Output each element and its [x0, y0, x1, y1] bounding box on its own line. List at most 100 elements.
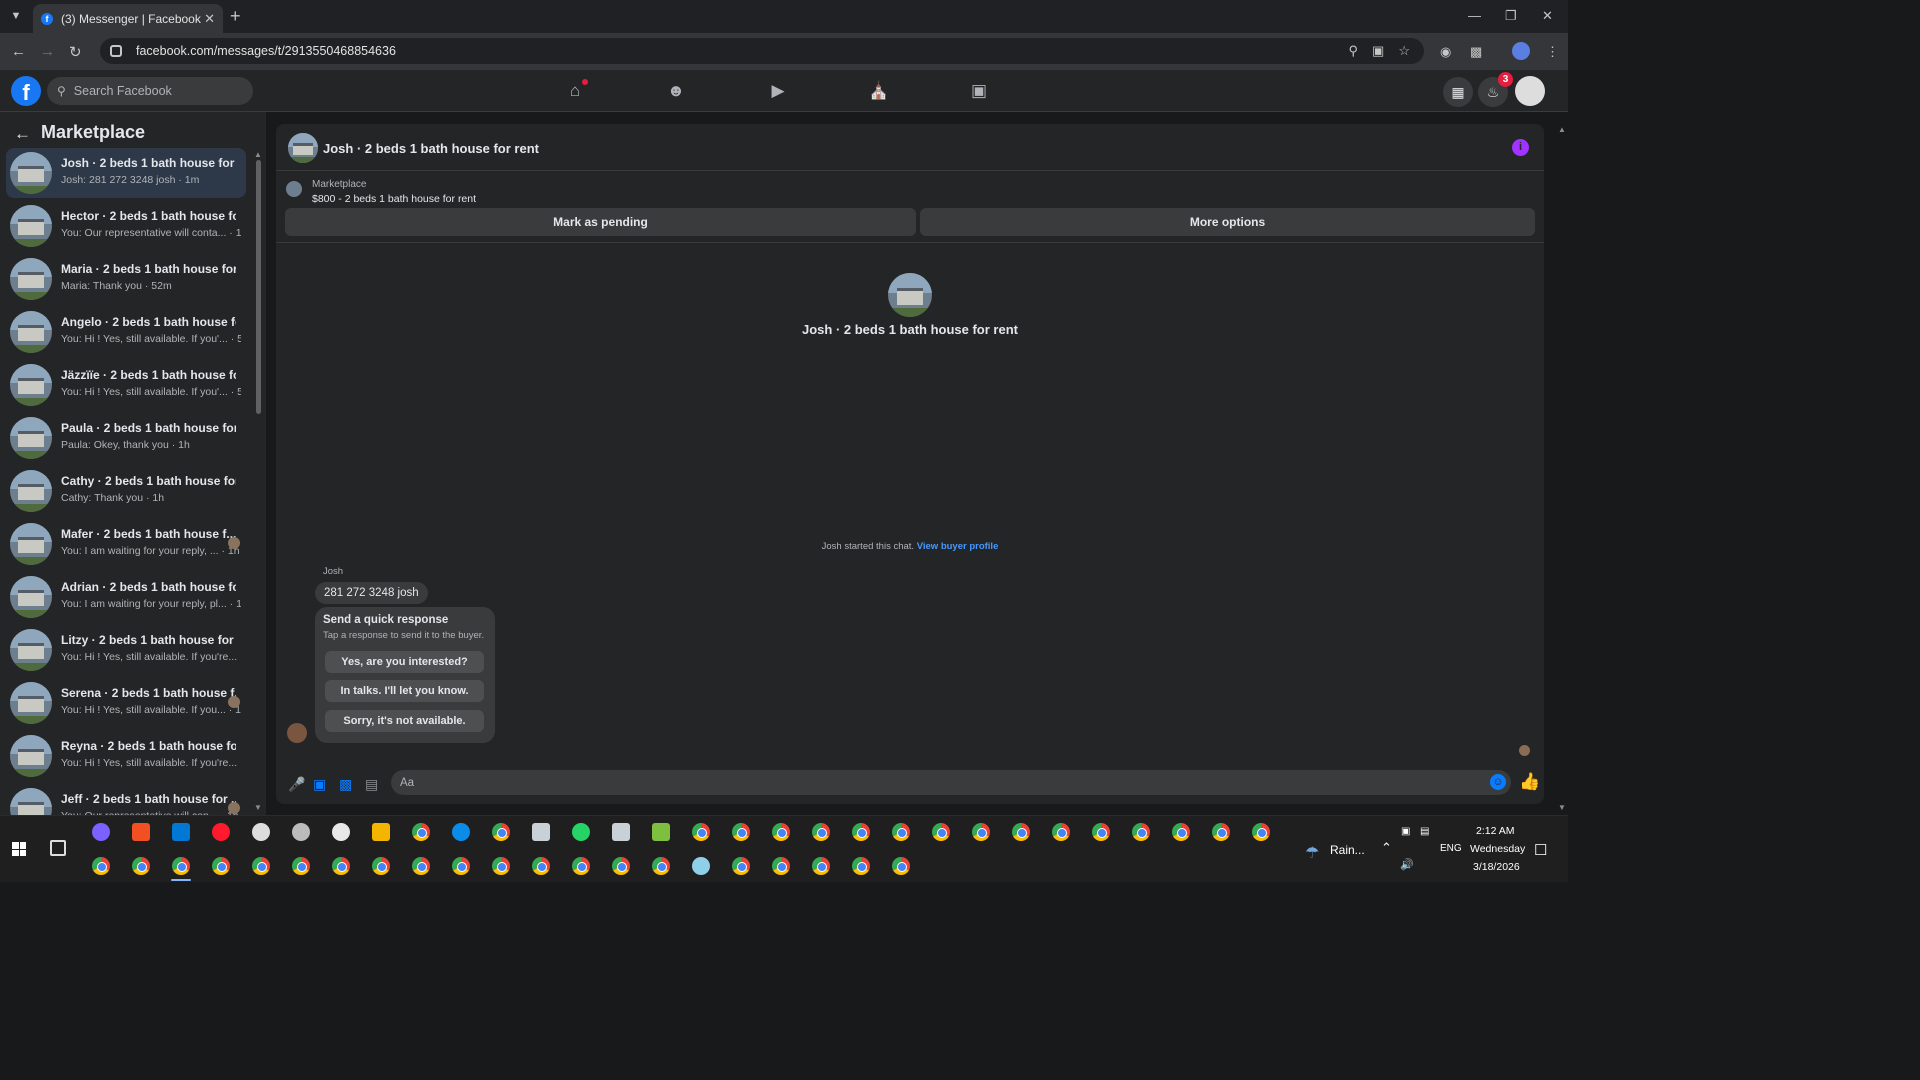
- sidebar-scrollbar[interactable]: [256, 160, 261, 414]
- account-avatar[interactable]: [1515, 76, 1545, 106]
- close-window-icon[interactable]: ✕: [1542, 8, 1553, 24]
- message-composer[interactable]: [391, 770, 1511, 795]
- chrome-window-icon[interactable]: [1012, 823, 1030, 841]
- home-icon[interactable]: ⌂: [564, 79, 588, 102]
- video-icon[interactable]: ▶: [767, 80, 789, 102]
- chrome-window-icon[interactable]: [972, 823, 990, 841]
- chrome-icon[interactable]: [412, 823, 430, 841]
- copilot-icon[interactable]: [92, 823, 110, 841]
- chrome-window-icon[interactable]: [332, 857, 350, 875]
- conversation-item[interactable]: Paula · 2 beds 1 bath house for r... Paul…: [6, 413, 246, 463]
- windows-start-icon[interactable]: [12, 842, 26, 856]
- chrome-window-icon[interactable]: [492, 857, 510, 875]
- conversation-item[interactable]: Josh · 2 beds 1 bath house for re... Josh…: [6, 148, 246, 198]
- chrome-profile-icon[interactable]: [492, 823, 510, 841]
- settings-gear-icon[interactable]: [292, 823, 310, 841]
- chrome-window-icon[interactable]: [532, 857, 550, 875]
- restore-icon[interactable]: ❐: [1505, 8, 1517, 24]
- chrome-window-icon[interactable]: [732, 857, 750, 875]
- friends-icon[interactable]: ☻: [665, 80, 687, 102]
- listing-summary[interactable]: $800 - 2 beds 1 bath house for rent: [312, 193, 476, 205]
- task-view-icon[interactable]: [50, 840, 66, 856]
- message-bubble[interactable]: 281 272 3248 josh: [315, 582, 428, 604]
- chrome-window-icon[interactable]: [212, 857, 230, 875]
- contacts-icon[interactable]: [612, 823, 630, 841]
- quick-response-in-talks-button[interactable]: In talks. I'll let you know.: [325, 680, 484, 702]
- store-icon[interactable]: [132, 823, 150, 841]
- chrome-window-icon[interactable]: [572, 857, 590, 875]
- back-arrow-icon[interactable]: ←: [14, 124, 31, 144]
- conversation-item[interactable]: Mafer · 2 beds 1 bath house f... You: I a…: [6, 519, 246, 569]
- sticker-icon[interactable]: ▩: [339, 776, 352, 793]
- chrome-window-icon[interactable]: [812, 857, 830, 875]
- facebook-search-input[interactable]: [73, 84, 234, 98]
- browser-menu-icon[interactable]: ⋮: [1546, 44, 1559, 60]
- notification-center-icon[interactable]: ☐: [1534, 841, 1547, 859]
- chrome-window-icon[interactable]: [132, 857, 150, 875]
- emoji-icon[interactable]: ☺: [1490, 774, 1506, 790]
- chrome-window-icon[interactable]: [812, 823, 830, 841]
- clock-day[interactable]: Wednesday: [1470, 843, 1525, 855]
- chrome-window-icon[interactable]: [732, 823, 750, 841]
- clock-time[interactable]: 2:12 AM: [1476, 825, 1515, 837]
- microphone-icon[interactable]: 🎤: [288, 776, 305, 793]
- thumbs-up-icon[interactable]: 👍: [1519, 772, 1540, 792]
- more-options-button[interactable]: More options: [920, 208, 1535, 236]
- sender-avatar[interactable]: [287, 723, 307, 743]
- extensions-puzzle-icon[interactable]: ▩: [1470, 44, 1482, 60]
- conversation-item[interactable]: Reyna · 2 beds 1 bath house for ... You: …: [6, 731, 246, 781]
- browser-profile-avatar[interactable]: [1512, 42, 1530, 60]
- chrome-window-icon[interactable]: [1212, 823, 1230, 841]
- minimize-icon[interactable]: —: [1468, 8, 1481, 23]
- weather-umbrella-icon[interactable]: ☂: [1305, 843, 1319, 863]
- conversation-item[interactable]: Jäzzïïe · 2 beds 1 bath house for ... You…: [6, 360, 246, 410]
- chrome-window-icon[interactable]: [852, 857, 870, 875]
- chrome-window-icon[interactable]: [172, 857, 190, 875]
- install-app-icon[interactable]: ▣: [1372, 43, 1384, 59]
- scroll-up-arrow-icon[interactable]: ▲: [254, 150, 262, 159]
- tab-search-chevron-icon[interactable]: ▼: [6, 6, 26, 26]
- chrome-window-icon[interactable]: [252, 857, 270, 875]
- chat-scroll-down-icon[interactable]: ▼: [1558, 803, 1566, 812]
- conversation-item[interactable]: Maria · 2 beds 1 bath house for ... Maria…: [6, 254, 246, 304]
- gaming-icon[interactable]: ▣: [968, 80, 990, 102]
- chrome-window-icon[interactable]: [452, 857, 470, 875]
- chrome-window-icon[interactable]: [412, 857, 430, 875]
- gif-icon[interactable]: ▤: [365, 776, 378, 793]
- conversation-item[interactable]: Angelo · 2 beds 1 bath house fo... You: H…: [6, 307, 246, 357]
- chrome-window-icon[interactable]: [1092, 823, 1110, 841]
- chat-title[interactable]: Josh · 2 beds 1 bath house for rent: [323, 141, 539, 156]
- chrome-window-icon[interactable]: [852, 823, 870, 841]
- chrome-window-icon[interactable]: [292, 857, 310, 875]
- chatgpt-icon[interactable]: [252, 823, 270, 841]
- whatsapp-icon[interactable]: [572, 823, 590, 841]
- conversation-item[interactable]: Serena · 2 beds 1 bath house f... You: Hi…: [6, 678, 246, 728]
- address-bar[interactable]: facebook.com/messages/t/2913550468854636…: [100, 38, 1424, 64]
- chrome-window-icon[interactable]: [932, 823, 950, 841]
- back-arrow-icon[interactable]: ←: [11, 43, 26, 60]
- tray-chevron-up-icon[interactable]: ⌃: [1381, 840, 1392, 856]
- new-tab-plus-icon[interactable]: +: [230, 6, 241, 27]
- mark-as-pending-button[interactable]: Mark as pending: [285, 208, 916, 236]
- chrome-window-icon[interactable]: [892, 823, 910, 841]
- weather-text[interactable]: Rain...: [1330, 843, 1365, 857]
- mail-app-icon[interactable]: [172, 823, 190, 841]
- chrome-window-icon[interactable]: [372, 857, 390, 875]
- chrome-window-icon[interactable]: [692, 823, 710, 841]
- chat-scroll-up-icon[interactable]: ▲: [1558, 125, 1566, 134]
- zoom-icon[interactable]: ⚲: [1349, 43, 1359, 59]
- volume-icon[interactable]: 🔊: [1400, 858, 1414, 871]
- site-info-icon[interactable]: [110, 45, 122, 57]
- quick-response-not-available-button[interactable]: Sorry, it's not available.: [325, 710, 484, 732]
- opera-icon[interactable]: [212, 823, 230, 841]
- chrome-window-icon[interactable]: [772, 857, 790, 875]
- chrome-window-icon[interactable]: [1172, 823, 1190, 841]
- conversation-item[interactable]: Hector · 2 beds 1 bath house for... You: …: [6, 201, 246, 251]
- chrome-window-icon[interactable]: [92, 857, 110, 875]
- file-explorer-icon[interactable]: [372, 823, 390, 841]
- listing-thumbnail[interactable]: [288, 133, 318, 163]
- network-icon[interactable]: ▤: [1420, 826, 1429, 837]
- app-icon[interactable]: [532, 823, 550, 841]
- facebook-logo-icon[interactable]: f: [11, 76, 41, 106]
- chrome-window-icon[interactable]: [772, 823, 790, 841]
